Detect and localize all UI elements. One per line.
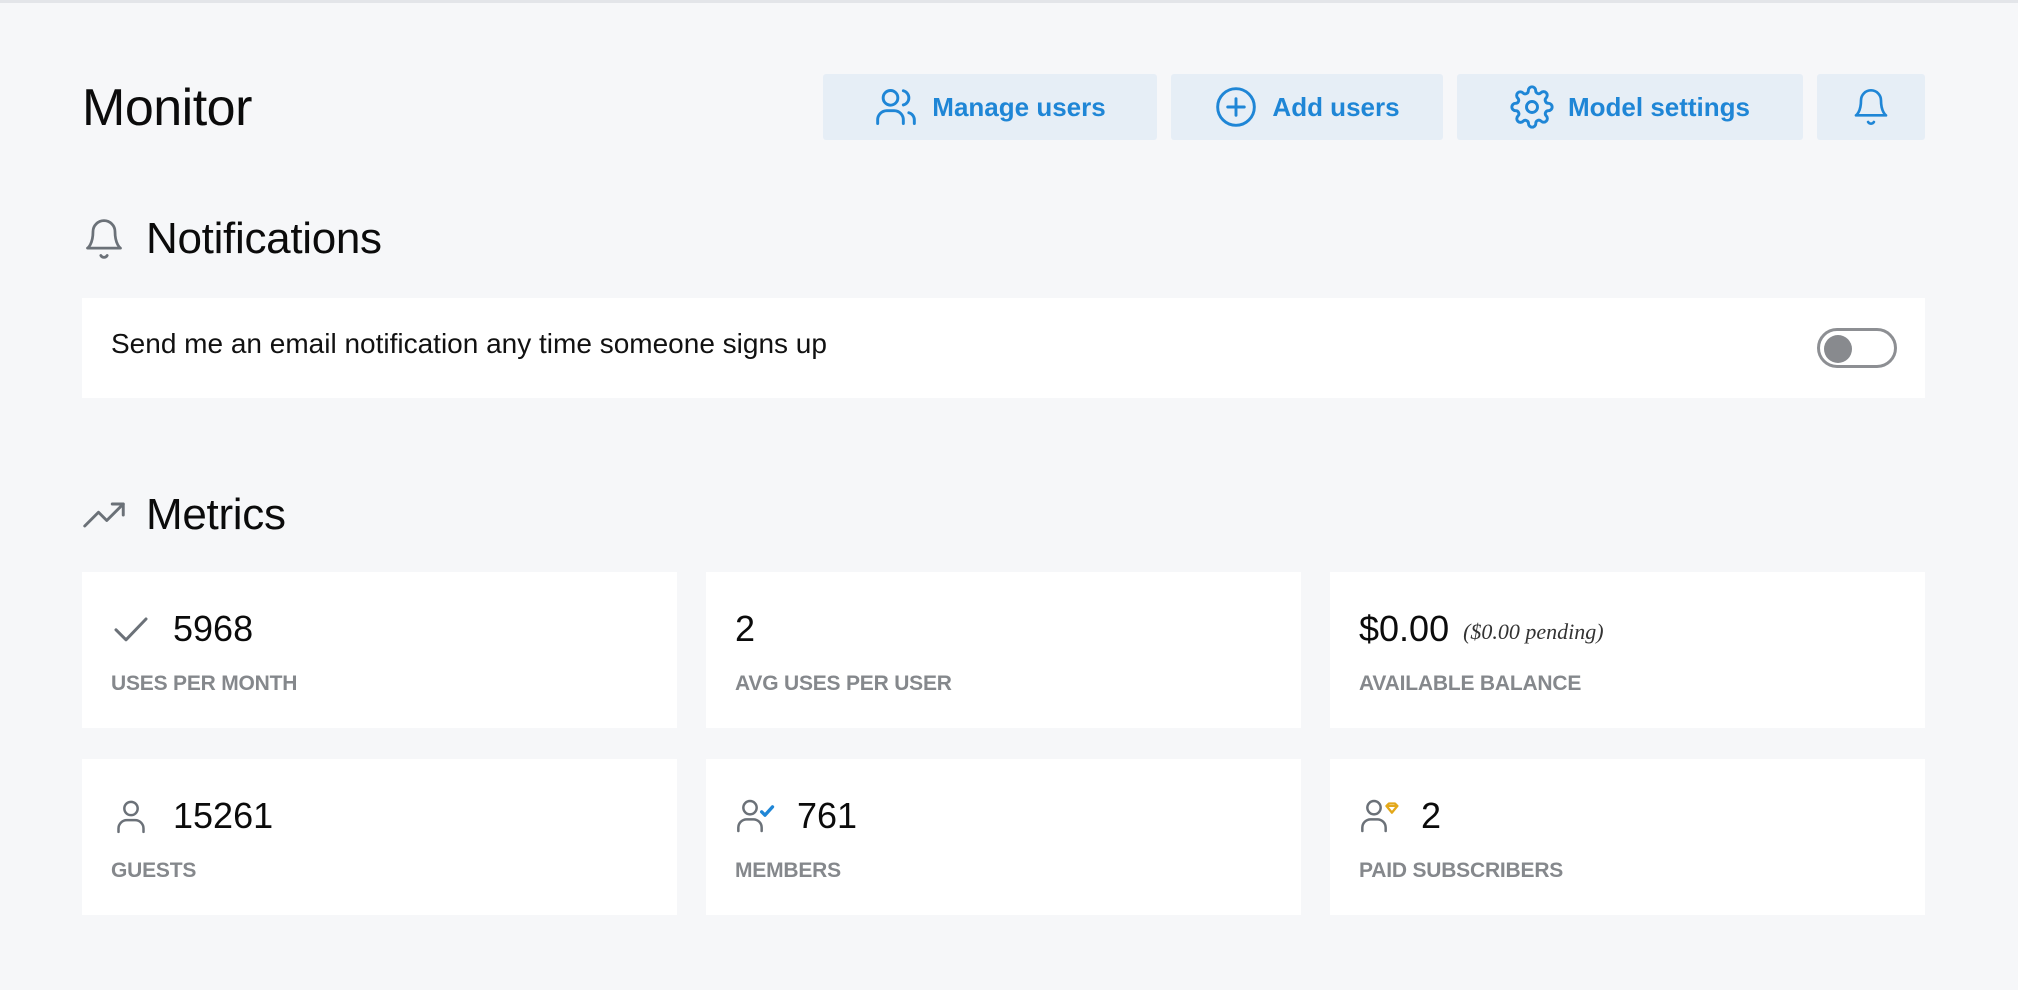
metric-value: 5968 <box>173 608 254 649</box>
metric-label: AVG USES PER USER <box>735 672 952 695</box>
toggle-knob <box>1824 335 1852 363</box>
user-check-icon <box>737 799 775 833</box>
members-card: 761 MEMBERS <box>706 759 1301 915</box>
uses-per-month-card: 5968 USES PER MONTH <box>82 572 677 728</box>
metrics-title: Metrics <box>146 490 286 539</box>
user-icon <box>117 800 145 834</box>
manage-users-label: Manage users <box>932 91 1106 122</box>
metric-value: 2 <box>1421 795 1442 836</box>
model-settings-button[interactable]: Model settings <box>1457 74 1803 140</box>
top-border <box>0 0 2018 3</box>
metric-label: MEMBERS <box>735 859 841 882</box>
available-balance-card: $0.00 ($0.00 pending) AVAILABLE BALANCE <box>1330 572 1925 728</box>
notifications-section-header: Notifications <box>82 214 382 264</box>
page-header: Monitor Manage users Add users Model set… <box>82 74 1925 140</box>
metric-label: AVAILABLE BALANCE <box>1359 672 1582 695</box>
manage-users-button[interactable]: Manage users <box>823 74 1157 140</box>
metric-label: PAID SUBSCRIBERS <box>1359 859 1564 882</box>
metric-value: 761 <box>797 795 858 836</box>
guests-card: 15261 GUESTS <box>82 759 677 915</box>
trending-up-icon <box>83 502 125 528</box>
paid-subscribers-card: 2 PAID SUBSCRIBERS <box>1330 759 1925 915</box>
avg-uses-per-user-card: 2 AVG USES PER USER <box>706 572 1301 728</box>
check-icon <box>114 617 148 642</box>
bell-icon <box>86 219 122 259</box>
pending-balance: ($0.00 pending) <box>1463 619 1604 644</box>
metric-label: GUESTS <box>111 859 197 882</box>
add-users-button[interactable]: Add users <box>1171 74 1443 140</box>
email-notification-card: Send me an email notification any time s… <box>82 298 1925 398</box>
email-notification-toggle[interactable] <box>1817 328 1897 368</box>
page-title: Monitor <box>82 79 252 137</box>
header-actions: Manage users Add users Model settings <box>823 74 1925 140</box>
notifications-title: Notifications <box>146 214 382 263</box>
metric-value: 2 <box>735 608 756 649</box>
metric-value: $0.00 <box>1359 608 1450 649</box>
user-diamond-icon <box>1361 799 1399 833</box>
bell-icon <box>1854 89 1888 125</box>
metrics-section-header: Metrics <box>82 490 286 540</box>
metric-label: USES PER MONTH <box>111 672 298 695</box>
gear-icon <box>1510 85 1554 129</box>
plus-circle-icon <box>1216 87 1257 127</box>
metric-value: 15261 <box>173 795 274 836</box>
model-settings-label: Model settings <box>1567 91 1750 122</box>
email-notification-text: Send me an email notification any time s… <box>111 328 827 359</box>
notifications-button[interactable] <box>1817 74 1925 140</box>
add-users-label: Add users <box>1272 91 1400 122</box>
users-icon <box>876 89 917 125</box>
